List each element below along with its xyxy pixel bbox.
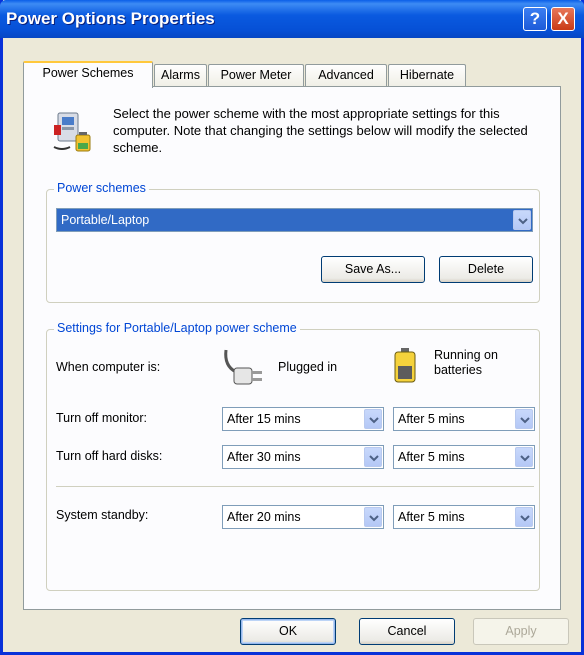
monitor-plugged-value: After 15 mins	[227, 412, 301, 426]
disks-battery-value: After 5 mins	[398, 450, 465, 464]
system-standby-label: System standby:	[56, 508, 149, 522]
cancel-button[interactable]: Cancel	[359, 618, 455, 645]
apply-button[interactable]: Apply	[473, 618, 569, 645]
help-button[interactable]: ?	[523, 7, 547, 31]
power-schemes-group: Power schemes Portable/Laptop Save As...…	[46, 181, 540, 303]
chevron-down-icon[interactable]	[513, 210, 531, 230]
power-options-window: Power Options Properties ? X Power Schem…	[0, 0, 584, 655]
chevron-down-icon[interactable]	[515, 447, 533, 467]
chevron-down-icon[interactable]	[364, 447, 382, 467]
power-scheme-icon	[52, 111, 96, 158]
tab-power-schemes[interactable]: Power Schemes	[23, 61, 153, 88]
tab-alarms[interactable]: Alarms	[154, 64, 207, 86]
separator	[56, 486, 534, 487]
turn-off-hard-disks-label: Turn off hard disks:	[56, 449, 163, 463]
chevron-down-icon[interactable]	[364, 507, 382, 527]
standby-battery-select[interactable]: After 5 mins	[393, 505, 535, 529]
chevron-down-icon[interactable]	[515, 409, 533, 429]
tab-hibernate[interactable]: Hibernate	[388, 64, 466, 86]
when-computer-label: When computer is:	[56, 360, 161, 374]
window-title: Power Options Properties	[6, 9, 215, 28]
disks-battery-select[interactable]: After 5 mins	[393, 445, 535, 469]
power-plug-icon	[222, 346, 266, 393]
save-as-button[interactable]: Save As...	[321, 256, 425, 283]
plugged-in-label: Plugged in	[278, 360, 338, 374]
settings-legend: Settings for Portable/Laptop power schem…	[54, 321, 300, 335]
delete-button[interactable]: Delete	[439, 256, 533, 283]
tab-power-meter[interactable]: Power Meter	[208, 64, 304, 86]
power-scheme-value: Portable/Laptop	[61, 213, 150, 227]
settings-group: Settings for Portable/Laptop power schem…	[46, 321, 540, 591]
monitor-plugged-select[interactable]: After 15 mins	[222, 407, 384, 431]
ok-button[interactable]: OK	[240, 618, 336, 645]
running-on-batteries-label: Running on batteries	[434, 348, 498, 377]
power-schemes-panel: Select the power scheme with the most ap…	[23, 86, 561, 610]
power-scheme-select[interactable]: Portable/Laptop	[56, 208, 533, 232]
standby-plugged-value: After 20 mins	[227, 510, 301, 524]
turn-off-monitor-label: Turn off monitor:	[56, 411, 148, 425]
battery-icon	[393, 348, 417, 387]
standby-battery-value: After 5 mins	[398, 510, 465, 524]
chevron-down-icon[interactable]	[515, 507, 533, 527]
description-text: Select the power scheme with the most ap…	[113, 106, 528, 155]
tab-advanced[interactable]: Advanced	[305, 64, 387, 86]
standby-plugged-select[interactable]: After 20 mins	[222, 505, 384, 529]
close-button[interactable]: X	[551, 7, 575, 31]
disks-plugged-select[interactable]: After 30 mins	[222, 445, 384, 469]
monitor-battery-value: After 5 mins	[398, 412, 465, 426]
power-schemes-legend: Power schemes	[54, 181, 149, 195]
monitor-battery-select[interactable]: After 5 mins	[393, 407, 535, 431]
title-bar[interactable]: Power Options Properties ? X	[0, 0, 584, 38]
disks-plugged-value: After 30 mins	[227, 450, 301, 464]
chevron-down-icon[interactable]	[364, 409, 382, 429]
